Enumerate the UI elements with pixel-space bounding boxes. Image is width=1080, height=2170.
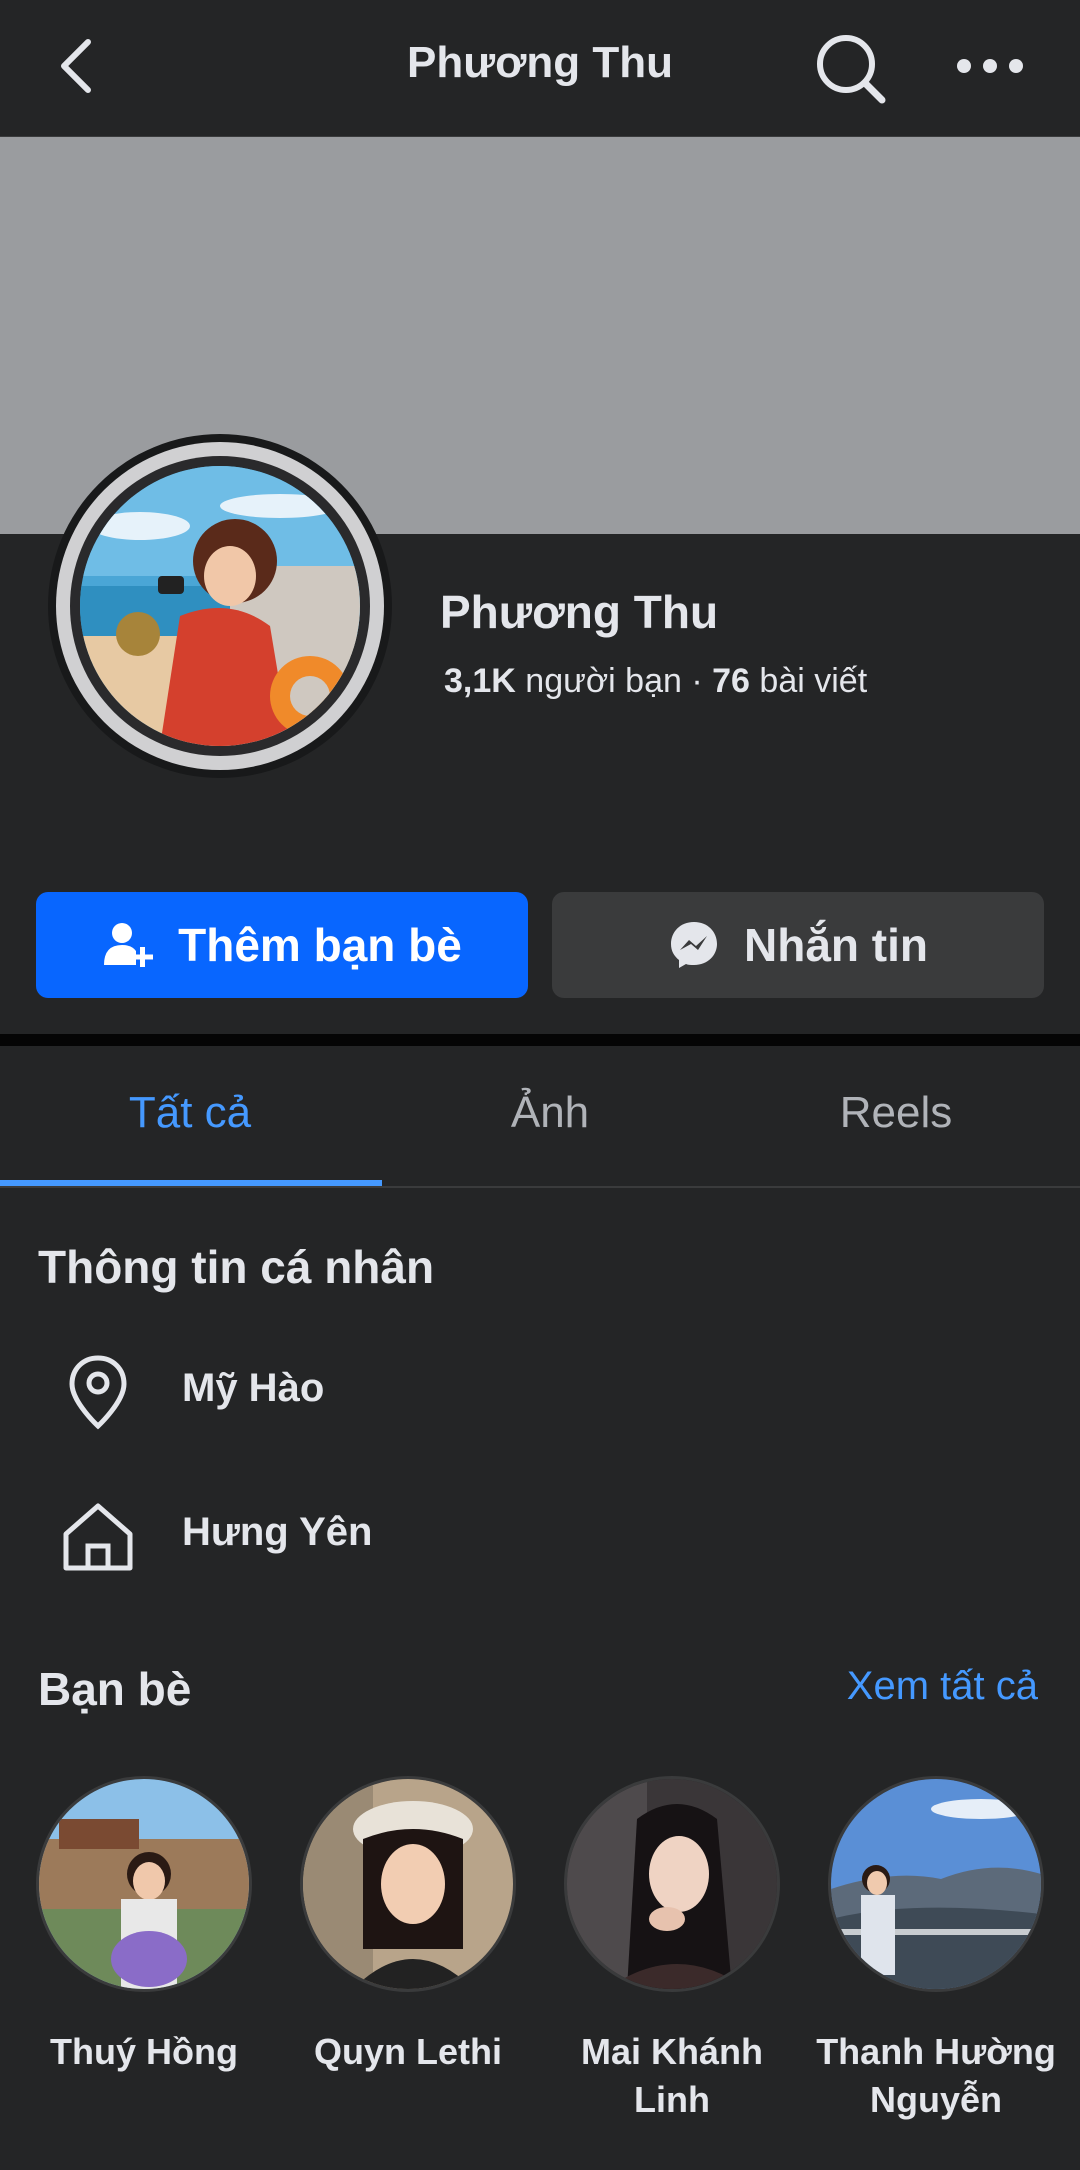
more-options-icon[interactable]: [950, 34, 1030, 98]
info-hometown-text: Hưng Yên: [182, 1510, 373, 1554]
friend-avatar[interactable]: [564, 1776, 780, 1992]
friend-item[interactable]: Thuý Hồng: [12, 1776, 276, 2076]
profile-name: Phương Thu: [440, 586, 719, 638]
friend-name[interactable]: Mai Khánh Linh: [540, 2028, 804, 2124]
friend-item[interactable]: Quyn Lethi: [276, 1776, 540, 2076]
message-button[interactable]: Nhắn tin: [552, 892, 1044, 998]
friend-avatar[interactable]: [300, 1776, 516, 1992]
posts-label: bài viết: [759, 662, 868, 700]
friend-name[interactable]: Quyn Lethi: [276, 2028, 540, 2076]
friend-avatar[interactable]: [828, 1776, 1044, 1992]
stats-separator: ·: [691, 662, 703, 700]
info-row-hometown: Hưng Yên: [0, 1486, 1080, 1586]
profile-tabs: Tất cả Ảnh Reels: [0, 1046, 1080, 1188]
add-friend-icon: [104, 923, 154, 967]
friends-label[interactable]: người bạn: [525, 662, 682, 700]
back-arrow-icon[interactable]: [48, 34, 112, 98]
messenger-icon: [671, 922, 717, 968]
friend-avatar[interactable]: [36, 1776, 252, 1992]
profile-stats: 3,1K người bạn · 76 bài viết: [444, 662, 867, 701]
friend-name[interactable]: Thuý Hồng: [12, 2028, 276, 2076]
tab-all[interactable]: Tất cả: [10, 1088, 370, 1138]
friends-title: Bạn bè: [38, 1663, 192, 1715]
avatar-photo-image: [80, 466, 360, 746]
info-location-text: Mỹ Hào: [182, 1366, 325, 1410]
profile-avatar[interactable]: [48, 434, 392, 778]
info-row-location: Mỹ Hào: [0, 1342, 1080, 1442]
friend-item[interactable]: Thanh Hường Nguyễn: [804, 1776, 1068, 2124]
add-friend-button[interactable]: Thêm bạn bè: [36, 892, 528, 998]
search-icon[interactable]: [812, 30, 888, 106]
active-tab-indicator: [0, 1180, 382, 1186]
location-pin-icon: [69, 1355, 127, 1430]
friend-item[interactable]: Mai Khánh Linh: [540, 1776, 804, 2124]
section-divider: [0, 1034, 1080, 1046]
message-label: Nhắn tin: [744, 919, 928, 971]
friends-count: 3,1K: [444, 662, 516, 700]
page-title: Phương Thu: [407, 38, 673, 87]
add-friend-label: Thêm bạn bè: [178, 919, 462, 971]
tab-reels[interactable]: Reels: [716, 1088, 1076, 1138]
top-bar: Phương Thu: [0, 0, 1080, 138]
tab-photos[interactable]: Ảnh: [370, 1088, 730, 1138]
see-all-friends-link[interactable]: Xem tất cả: [847, 1664, 1038, 1709]
personal-info-title: Thông tin cá nhân: [38, 1241, 435, 1293]
posts-count: 76: [712, 662, 750, 700]
friend-name[interactable]: Thanh Hường Nguyễn: [804, 2028, 1068, 2124]
home-icon: [63, 1503, 133, 1571]
